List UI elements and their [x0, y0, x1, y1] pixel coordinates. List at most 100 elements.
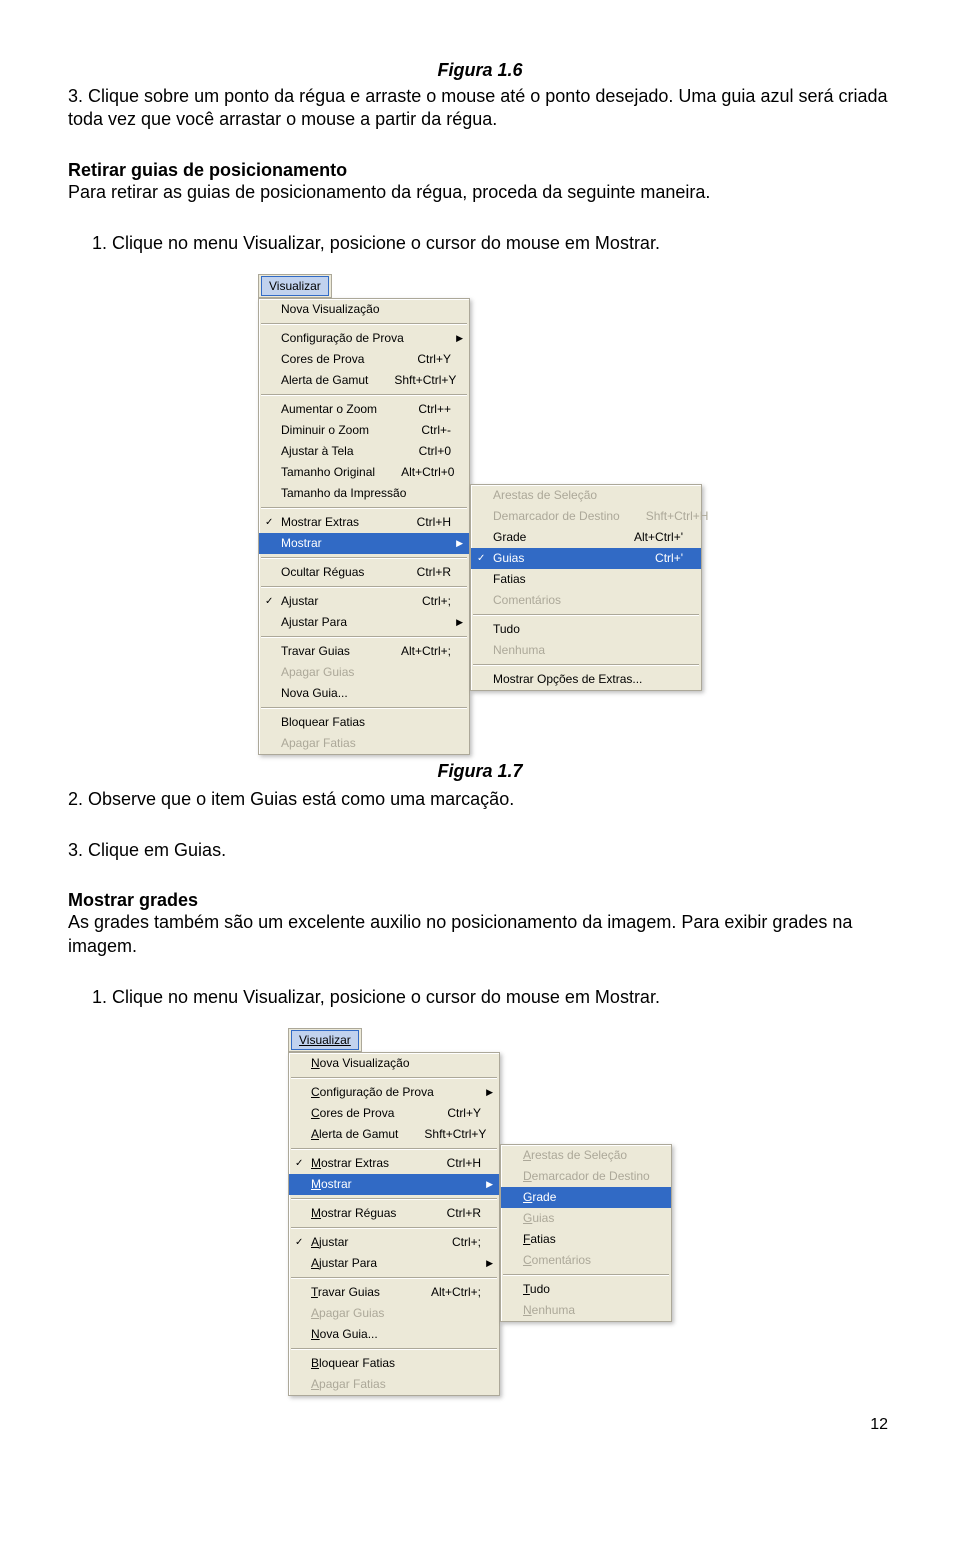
- menu-item[interactable]: ✓GuiasCtrl+': [471, 548, 701, 569]
- menu-item-shortcut: Alt+Ctrl+;: [431, 1285, 481, 1299]
- menu-item[interactable]: Configuração de Prova ▶: [289, 1082, 499, 1103]
- menu-item-shortcut: Ctrl+': [655, 551, 683, 565]
- menu-item-label: Ajustar Para: [311, 1256, 481, 1270]
- menu-item-shortcut: Ctrl+;: [422, 594, 451, 608]
- menu-item-label: Tudo: [523, 1282, 653, 1296]
- menu-item-shortcut: Ctrl+H: [417, 515, 451, 529]
- menu-item-label: Apagar Fatias: [311, 1377, 481, 1391]
- submenu-arrow-icon: ▶: [456, 538, 463, 549]
- menu-item-label: Travar Guias: [311, 1285, 405, 1299]
- menu-item[interactable]: Cores de ProvaCtrl+Y: [259, 349, 469, 370]
- menu-item: Comentários: [471, 590, 701, 611]
- menu-item[interactable]: Diminuir o ZoomCtrl+-: [259, 420, 469, 441]
- menu-item[interactable]: GradeAlt+Ctrl+': [471, 527, 701, 548]
- menu-item[interactable]: Ajustar à TelaCtrl+0: [259, 441, 469, 462]
- menu-item[interactable]: Alerta de GamutShft+Ctrl+Y: [259, 370, 469, 391]
- menu-item-label: Configuração de Prova: [311, 1085, 481, 1099]
- menu-separator: [261, 586, 467, 588]
- menu-separator: [261, 394, 467, 396]
- menu-item[interactable]: Nova Visualização: [289, 1053, 499, 1074]
- check-icon: ✓: [295, 1237, 303, 1248]
- menu-item[interactable]: Fatias: [501, 1229, 671, 1250]
- menu-item-label: Aumentar o Zoom: [281, 402, 392, 416]
- menu-item[interactable]: Travar GuiasAlt+Ctrl+;: [259, 641, 469, 662]
- menu-item-label: Ajustar: [281, 594, 396, 608]
- menu-item[interactable]: Mostrar RéguasCtrl+R: [289, 1203, 499, 1224]
- menu-item-shortcut: Ctrl+-: [421, 423, 451, 437]
- menu-item-label: Demarcador de Destino: [523, 1169, 653, 1183]
- menu-item[interactable]: Tamanho OriginalAlt+Ctrl+0: [259, 462, 469, 483]
- menu-item-label: Comentários: [523, 1253, 653, 1267]
- menu-item-label: Mostrar Extras: [281, 515, 391, 529]
- menu-item[interactable]: Tudo: [501, 1279, 671, 1300]
- menu-item-label: Nova Visualização: [281, 302, 451, 316]
- menu-separator: [261, 507, 467, 509]
- menu-item-label: Bloquear Fatias: [311, 1356, 481, 1370]
- paragraph-retirar-guias: Para retirar as guias de posicionamento …: [68, 181, 892, 204]
- menu-item[interactable]: Tamanho da Impressão: [259, 483, 469, 504]
- menu-sub-1: Arestas de Seleção Demarcador de DestinoS…: [470, 484, 702, 691]
- menu-item[interactable]: Configuração de Prova▶: [259, 328, 469, 349]
- menu-item[interactable]: Ajustar Para▶: [259, 612, 469, 633]
- screenshot-menu-2: Visualizar Nova Visualização Configuração…: [68, 1028, 892, 1396]
- menu-item-label: Mostrar Opções de Extras...: [493, 672, 683, 686]
- menu-item[interactable]: Mostrar▶: [259, 533, 469, 554]
- menu-item: Apagar Fatias: [259, 733, 469, 754]
- menu-item[interactable]: Cores de ProvaCtrl+Y: [289, 1103, 499, 1124]
- menu-item-shortcut: Ctrl+0: [419, 444, 451, 458]
- menubar-item-visualizar-2[interactable]: Visualizar: [291, 1030, 359, 1050]
- menu-item-label: Nova Guia...: [281, 686, 451, 700]
- menu-item[interactable]: Ocultar RéguasCtrl+R: [259, 562, 469, 583]
- menu-item-label: Apagar Guias: [281, 665, 451, 679]
- figure-caption-1-6: Figura 1.6: [68, 60, 892, 81]
- menu-item[interactable]: Nova Guia...: [259, 683, 469, 704]
- submenu-arrow-icon: ▶: [456, 333, 463, 344]
- menu-item-label: Nova Visualização: [311, 1056, 481, 1070]
- menu-item-label: Ajustar: [311, 1235, 426, 1249]
- submenu-arrow-icon: ▶: [486, 1179, 493, 1190]
- menu-item[interactable]: Bloquear Fatias: [289, 1353, 499, 1374]
- menu-item: Apagar Guias: [259, 662, 469, 683]
- menu-item-label: Comentários: [493, 593, 683, 607]
- menu-item[interactable]: Grade: [501, 1187, 671, 1208]
- menu-item[interactable]: Bloquear Fatias: [259, 712, 469, 733]
- menu-item[interactable]: Fatias: [471, 569, 701, 590]
- menubar-item-visualizar[interactable]: Visualizar: [261, 276, 329, 296]
- submenu-arrow-icon: ▶: [486, 1087, 493, 1098]
- menu-item: Demarcador de DestinoShft+Ctrl+H: [471, 506, 701, 527]
- menu-separator: [261, 707, 467, 709]
- menu-item-label: Mostrar: [311, 1177, 481, 1191]
- menu-item-label: Tamanho da Impressão: [281, 486, 451, 500]
- menu-item-shortcut: Ctrl++: [418, 402, 451, 416]
- menu-item[interactable]: ✓Mostrar ExtrasCtrl+H: [259, 512, 469, 533]
- menu-separator: [261, 557, 467, 559]
- menu-item-label: Mostrar Réguas: [311, 1206, 421, 1220]
- menu-item-label: Bloquear Fatias: [281, 715, 451, 729]
- submenu-arrow-icon: ▶: [486, 1258, 493, 1269]
- menu-item-shortcut: Ctrl+;: [452, 1235, 481, 1249]
- menu-item[interactable]: Nova Guia...: [289, 1324, 499, 1345]
- menu-main-1: Nova VisualizaçãoConfiguração de Prova▶C…: [258, 298, 470, 755]
- menu-item[interactable]: Tudo: [471, 619, 701, 640]
- menu-separator: [291, 1227, 497, 1229]
- menu-item-shortcut: Ctrl+Y: [447, 1106, 481, 1120]
- menu-item[interactable]: Ajustar Para ▶: [289, 1253, 499, 1274]
- menu-main-2: Nova VisualizaçãoConfiguração de Prova▶C…: [288, 1052, 500, 1396]
- menu-item[interactable]: Nova Visualização: [259, 299, 469, 320]
- menu-item[interactable]: ✓ Ajustar Ctrl+;: [289, 1232, 499, 1253]
- menu-item[interactable]: Mostrar ▶: [289, 1174, 499, 1195]
- menu-item[interactable]: Aumentar o Zoom Ctrl++: [259, 399, 469, 420]
- menu-item[interactable]: Travar Guias Alt+Ctrl+;: [289, 1282, 499, 1303]
- menu-item-label: Arestas de Seleção: [523, 1148, 653, 1162]
- menubar: Visualizar: [258, 274, 332, 298]
- menu-item[interactable]: Mostrar Opções de Extras...: [471, 669, 701, 690]
- menu-item: Arestas de Seleção: [501, 1145, 671, 1166]
- menu-item[interactable]: Alerta de GamutShft+Ctrl+Y: [289, 1124, 499, 1145]
- menu-separator: [291, 1348, 497, 1350]
- menu-item-label: Arestas de Seleção: [493, 488, 683, 502]
- menu-item[interactable]: ✓AjustarCtrl+;: [259, 591, 469, 612]
- menu-item-label: Ajustar Para: [281, 615, 451, 629]
- page-number: 12: [68, 1416, 892, 1434]
- menu-item[interactable]: ✓Mostrar ExtrasCtrl+H: [289, 1153, 499, 1174]
- menu-item: Arestas de Seleção: [471, 485, 701, 506]
